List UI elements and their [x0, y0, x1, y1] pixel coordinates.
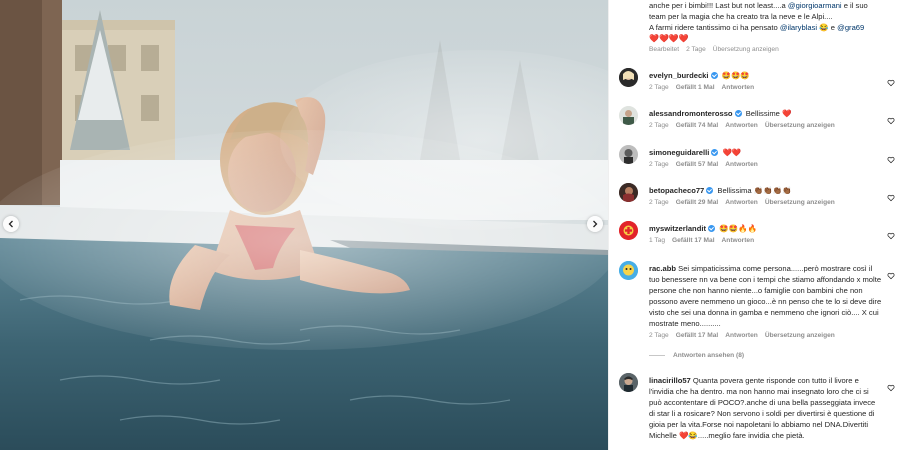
comment-time[interactable]: 2 Tage: [649, 161, 669, 168]
comment-time[interactable]: 2 Tage: [649, 122, 669, 129]
avatar[interactable]: [619, 261, 638, 280]
verified-badge-icon: [711, 149, 719, 156]
caption-text: 😂 e: [817, 23, 838, 32]
comments-panel[interactable]: anche per i bimbi!!! Last but not least.…: [608, 0, 900, 450]
comment-text: ❤️❤️: [722, 148, 742, 157]
translate-button[interactable]: Übersetzung anzeigen: [713, 46, 779, 53]
comment-username[interactable]: myswitzerlandit: [649, 224, 706, 233]
translate-button[interactable]: Übersetzung anzeigen: [765, 122, 835, 129]
caption-text: e il suo: [841, 1, 868, 10]
avatar[interactable]: [619, 221, 638, 240]
comment-body: alessandromonterosso Bellissime ❤️: [649, 108, 887, 119]
verified-badge-icon: [710, 72, 718, 79]
caption-text: anche per i bimbi!!! Last but not least.…: [649, 1, 788, 10]
comment-text: Quanta povera gente risponde con tutto i…: [649, 376, 876, 440]
view-replies-button[interactable]: Antworten ansehen (8): [649, 352, 744, 359]
comment-time[interactable]: 2 Tage: [649, 84, 669, 91]
caption-text: A farmi ridere tantissimo ci ha pensato: [649, 23, 780, 32]
translate-button[interactable]: Übersetzung anzeigen: [765, 332, 835, 339]
verified-badge-icon: [706, 187, 714, 194]
reply-button[interactable]: Antworten: [722, 237, 755, 244]
comment-text: Bellissime ❤️: [745, 109, 792, 118]
comment-meta: 2 Tage Gefällt 1 Mal Antworten: [649, 84, 754, 91]
edited-label: Bearbeitet: [649, 46, 680, 53]
post-photo: [0, 0, 608, 450]
comment-likes[interactable]: Gefällt 29 Mal: [676, 199, 719, 206]
heart-outline-icon: [887, 232, 895, 240]
post-viewer: anche per i bimbi!!! Last but not least.…: [0, 0, 900, 450]
comment-body: linacirillo57 Quanta povera gente rispon…: [649, 375, 883, 441]
like-comment-button[interactable]: [887, 227, 897, 240]
caption-meta: Bearbeitet 2 Tage Übersetzung anzeigen: [649, 46, 779, 53]
comment-username[interactable]: simoneguidarelli: [649, 148, 709, 157]
avatar[interactable]: [619, 183, 638, 202]
comment-likes[interactable]: Gefällt 17 Mal: [672, 237, 715, 244]
comment-username[interactable]: betopacheco77: [649, 186, 704, 195]
like-comment-button[interactable]: [887, 151, 897, 164]
comment-meta: 2 Tage Gefällt 74 Mal Antworten Übersetz…: [649, 122, 835, 129]
chevron-right-icon: [593, 220, 598, 228]
avatar[interactable]: [619, 68, 638, 87]
comment-likes[interactable]: Gefällt 17 Mal: [676, 332, 719, 339]
verified-badge-icon: [734, 110, 742, 117]
mention-link[interactable]: @ilaryblasi: [780, 23, 817, 32]
heart-outline-icon: [887, 272, 895, 280]
comment-meta: 2 Tage Gefällt 29 Mal Antworten Übersetz…: [649, 199, 835, 206]
verified-badge-icon: [707, 225, 715, 232]
comment-meta: 2 Tage Gefällt 57 Mal Antworten: [649, 161, 758, 168]
reply-button[interactable]: Antworten: [725, 199, 758, 206]
carousel-prev-button[interactable]: [3, 216, 19, 232]
comment-username[interactable]: rac.abb: [649, 264, 676, 273]
translate-button[interactable]: Übersetzung anzeigen: [765, 199, 835, 206]
comment-username[interactable]: alessandromonterosso: [649, 109, 733, 118]
comment-meta: 1 Tag Gefällt 17 Mal Antworten: [649, 237, 754, 244]
photo-scene: [0, 0, 608, 450]
view-replies-label[interactable]: Antworten ansehen (8): [673, 352, 744, 359]
like-comment-button[interactable]: [887, 112, 897, 125]
reply-button[interactable]: Antworten: [725, 122, 758, 129]
heart-outline-icon: [887, 117, 895, 125]
heart-outline-icon: [887, 194, 895, 202]
like-comment-button[interactable]: [887, 379, 897, 392]
comment-body: evelyn_burdecki 🤩🤩🤩: [649, 70, 887, 81]
caption-text: team per la magia che ha creato tra la n…: [649, 12, 833, 21]
comment-text: Sei simpaticissima come persona......per…: [649, 264, 882, 328]
chevron-left-icon: [8, 220, 13, 228]
comment-body: simoneguidarelli ❤️❤️: [649, 147, 887, 158]
comment-likes[interactable]: Gefällt 57 Mal: [676, 161, 719, 168]
comment-text: 🤩🤩🔥🔥: [719, 224, 757, 233]
comment-meta: 2 Tage Gefällt 17 Mal Antworten Übersetz…: [649, 332, 835, 339]
carousel-next-button[interactable]: [587, 216, 603, 232]
avatar[interactable]: [619, 106, 638, 125]
comment-body: myswitzerlandit 🤩🤩🔥🔥: [649, 223, 887, 234]
heart-outline-icon: [887, 79, 895, 87]
comment-time[interactable]: 2 Tage: [649, 199, 669, 206]
caption-hearts: ❤️❤️❤️❤️: [649, 34, 689, 43]
comment-time[interactable]: 2 Tage: [649, 332, 669, 339]
comment-text: Bellissima 👏🏾👏🏾👏🏾👏🏾: [717, 186, 792, 195]
like-comment-button[interactable]: [887, 74, 897, 87]
comment-body: betopacheco77 Bellissima 👏🏾👏🏾👏🏾👏🏾: [649, 185, 887, 196]
comment-username[interactable]: evelyn_burdecki: [649, 71, 709, 80]
replies-divider: [649, 355, 665, 356]
comment-likes[interactable]: Gefällt 74 Mal: [676, 122, 719, 129]
like-comment-button[interactable]: [887, 189, 897, 202]
avatar[interactable]: [619, 373, 638, 392]
comment-time[interactable]: 1 Tag: [649, 237, 665, 244]
reply-button[interactable]: Antworten: [725, 332, 758, 339]
like-comment-button[interactable]: [887, 267, 897, 280]
comment-username[interactable]: linacirillo57: [649, 376, 691, 385]
reply-button[interactable]: Antworten: [722, 84, 755, 91]
comment-body: rac.abb Sei simpaticissima come persona.…: [649, 263, 883, 329]
reply-button[interactable]: Antworten: [725, 161, 758, 168]
post-caption: anche per i bimbi!!! Last but not least.…: [649, 0, 889, 44]
heart-outline-icon: [887, 384, 895, 392]
heart-outline-icon: [887, 156, 895, 164]
comment-likes[interactable]: Gefällt 1 Mal: [676, 84, 715, 91]
avatar[interactable]: [619, 145, 638, 164]
caption-time[interactable]: 2 Tage: [686, 46, 706, 53]
mention-link[interactable]: @gra69: [837, 23, 864, 32]
comment-text: 🤩🤩🤩: [721, 71, 750, 80]
mention-link[interactable]: @giorgioarmani: [788, 1, 842, 10]
